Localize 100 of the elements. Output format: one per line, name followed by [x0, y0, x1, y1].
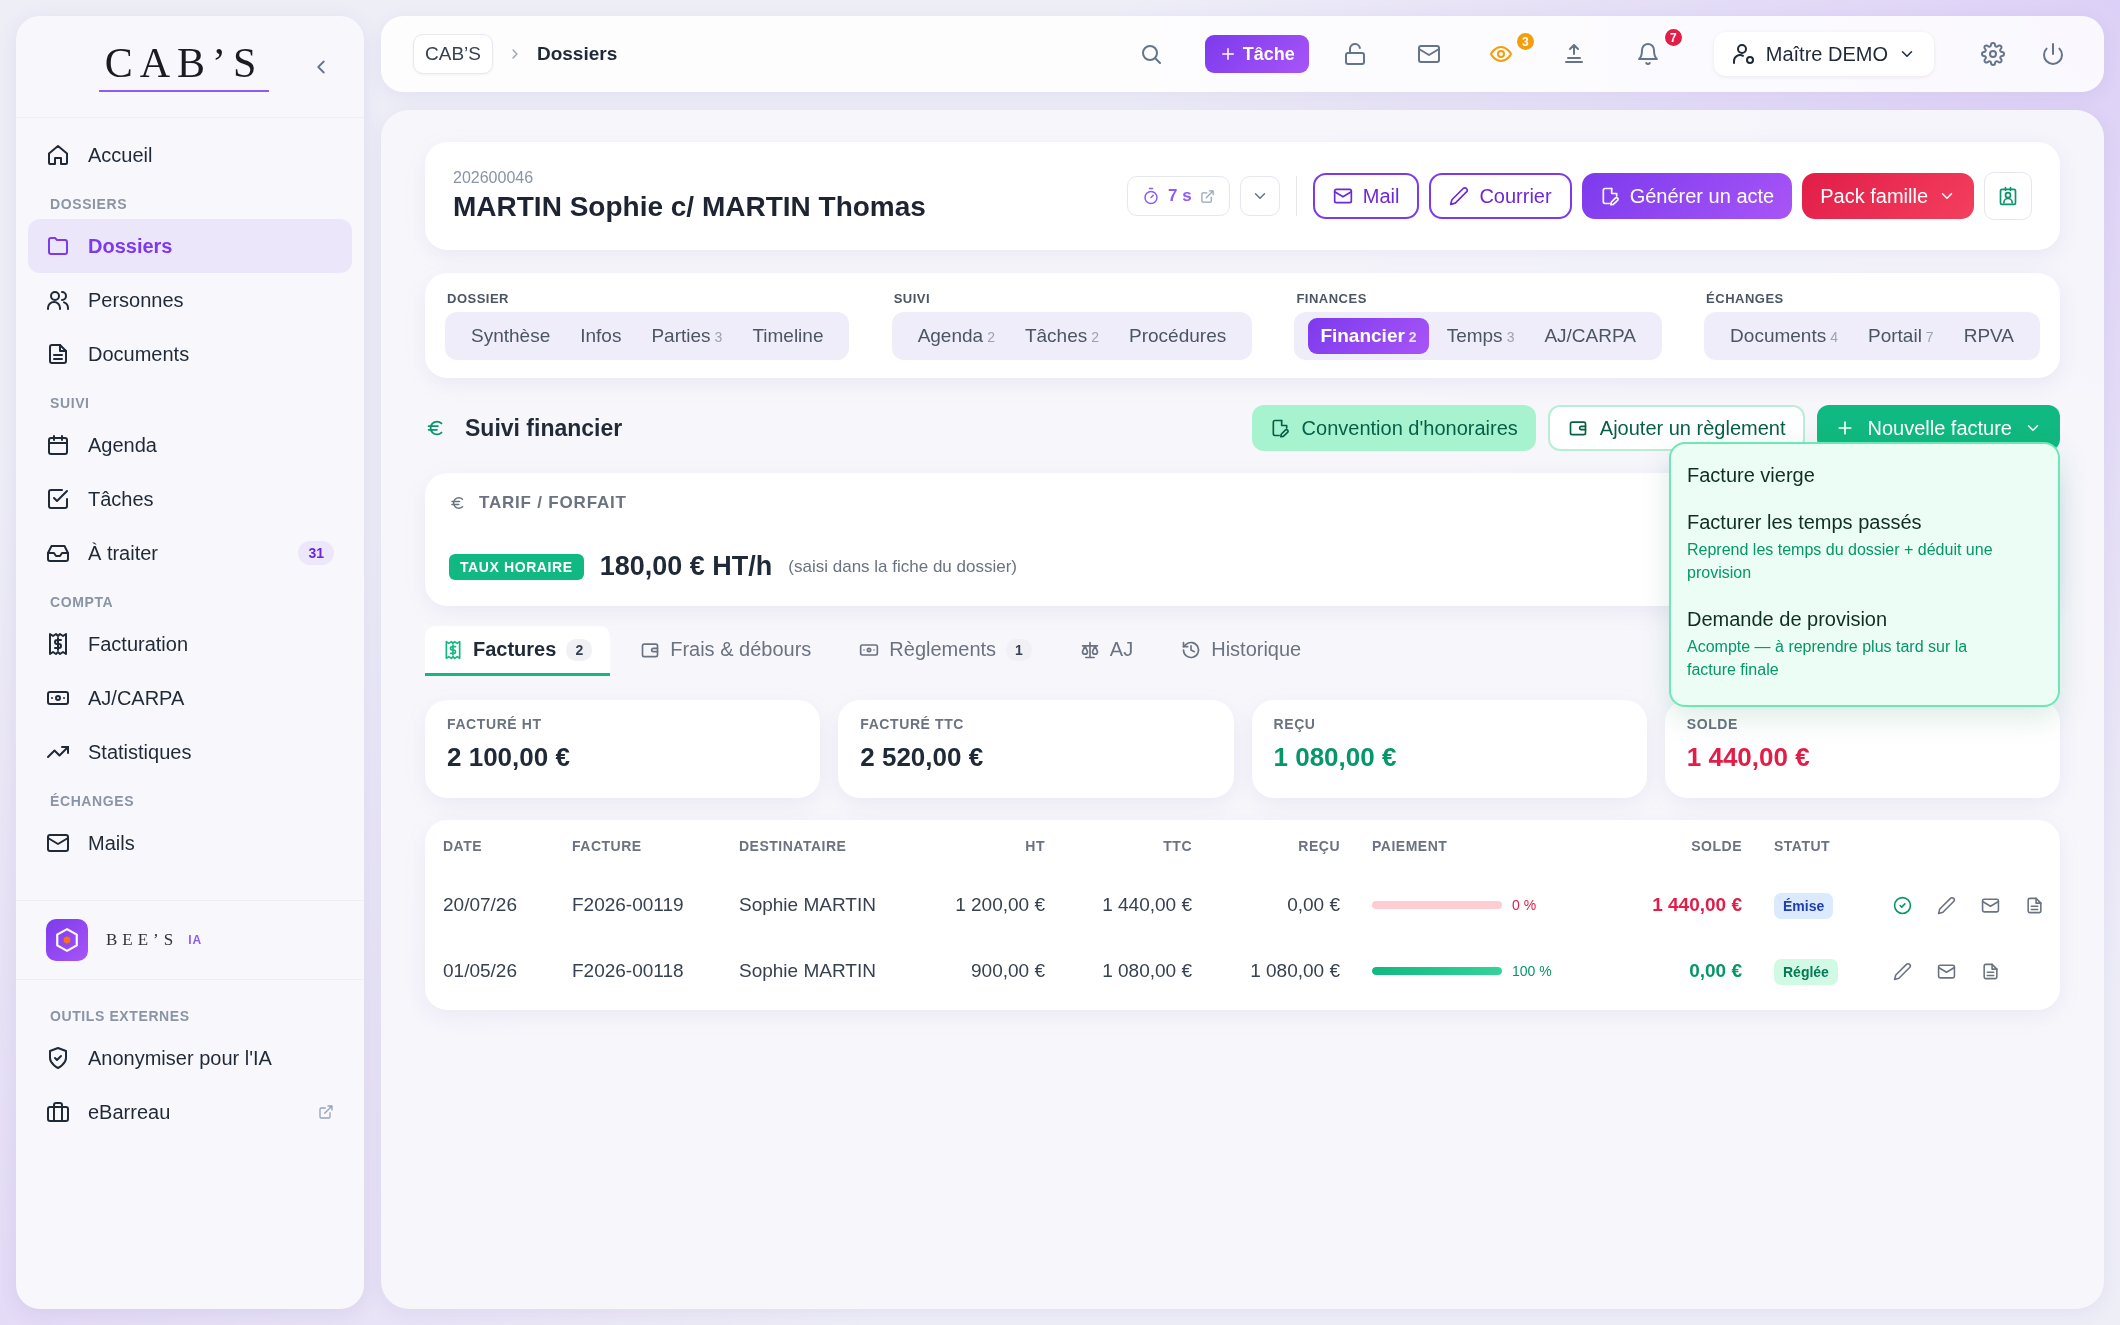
case-number: 202600046: [453, 169, 535, 187]
sidebar-item[interactable]: Dossiers: [28, 219, 352, 273]
section-title: COMPTA: [49, 593, 115, 612]
section-heading: Suivi financier: [465, 414, 624, 442]
table-cell-text: 01/05/26: [443, 960, 518, 982]
tab[interactable]: Temps 3: [1434, 318, 1527, 354]
sidebar-item[interactable]: Statistiques: [28, 725, 352, 779]
sidebar-item[interactable]: Facturation: [28, 617, 352, 671]
breadcrumb-link[interactable]: CAB’S: [413, 34, 493, 74]
tab[interactable]: RPVA: [1951, 318, 2026, 354]
tab[interactable]: Tâches 2: [1012, 318, 1112, 354]
section-title: DOSSIERS: [49, 195, 129, 214]
action-button[interactable]: Convention d'honoraires: [1251, 405, 1536, 451]
receipt-icon: [46, 632, 70, 656]
column-header: HT: [1024, 838, 1045, 854]
sidebar-item[interactable]: À traiter 31: [28, 526, 352, 580]
sidebar-item[interactable]: Documents: [28, 327, 352, 381]
timer-chip[interactable]: 7 s: [1127, 176, 1230, 216]
user-icon: [1731, 42, 1756, 66]
rate-note: (saisi dans la fiche du dossier): [788, 556, 1017, 577]
assistant-tag: IA: [188, 933, 203, 947]
tab[interactable]: AJ/CARPA: [1532, 318, 1648, 354]
new-task-button[interactable]: Tâche: [1204, 35, 1309, 73]
table-cell-text: Sophie MARTIN: [739, 894, 877, 916]
pen-icon: [1449, 186, 1470, 206]
checkbox-icon: [46, 487, 70, 511]
tab[interactable]: Règlements 1: [841, 626, 1050, 676]
sidebar-item[interactable]: Mails: [28, 816, 352, 870]
pencil-icon: [1936, 895, 1956, 915]
shield-icon: [46, 1046, 70, 1070]
history-icon: [1181, 639, 1202, 660]
scale-icon: [1079, 639, 1100, 660]
payment-percent: 100 %: [1512, 963, 1552, 979]
settings-icon: [1981, 42, 2005, 66]
rate-type-badge: TAUX HORAIRE: [449, 553, 584, 580]
tab[interactable]: AJ: [1061, 626, 1152, 676]
assistant-name: BEE’S: [106, 930, 179, 950]
table-cell-text: 1 080,00 €: [1249, 960, 1340, 982]
menu-item[interactable]: Facturer les temps passés Reprend les temps du dossier + déduit une provision: [1671, 501, 2058, 598]
menu-item[interactable]: Demande de provision Acompte — à reprendre plus tard sur la facture finale: [1671, 598, 2058, 695]
hourly-rate: 180,00 € HT/h: [599, 551, 773, 582]
tab[interactable]: Documents 4: [1718, 318, 1850, 354]
column-header: PAIEMENT: [1371, 838, 1449, 854]
table-cell-text: 20/07/26: [443, 894, 518, 916]
action-button[interactable]: Ajouter un règlement: [1547, 405, 1806, 451]
status-badge: Émise: [1774, 893, 1834, 919]
action-button[interactable]: Courrier: [1429, 173, 1572, 219]
tab[interactable]: Timeline: [740, 318, 836, 354]
tab[interactable]: Frais & débours: [622, 626, 830, 676]
sidebar-item[interactable]: Tâches: [28, 472, 352, 526]
external-link-icon: [318, 1104, 334, 1120]
briefcase-icon: [46, 1100, 70, 1124]
check-circle-icon: [1892, 895, 1912, 915]
tab[interactable]: Parties 3: [639, 318, 735, 354]
mail-icon: [1332, 186, 1353, 206]
sidebar-item[interactable]: Anonymiser pour l'IA: [28, 1031, 352, 1085]
section-title: SUIVI: [49, 394, 91, 413]
table-cell-text: F2026-00118: [572, 960, 685, 982]
sidebar-item[interactable]: Personnes: [28, 273, 352, 327]
sidebar-item[interactable]: Agenda: [28, 418, 352, 472]
user-menu[interactable]: Maître DEMO: [1713, 32, 1934, 76]
hexagon-logo-icon: [46, 919, 88, 961]
tab-group-title: DOSSIER: [447, 291, 510, 306]
tab[interactable]: Historique: [1163, 626, 1320, 676]
wallet-icon: [1567, 418, 1588, 438]
tab[interactable]: Procédures: [1117, 318, 1239, 354]
payment-percent: 0 %: [1512, 897, 1537, 913]
action-button[interactable]: Pack famille: [1802, 173, 1974, 219]
action-button[interactable]: Mail: [1312, 173, 1420, 219]
external-link-icon: [1199, 188, 1215, 204]
document-icon: [1980, 961, 2000, 981]
sidebar-item[interactable]: Accueil: [28, 128, 352, 182]
tab[interactable]: Infos: [568, 318, 634, 354]
sidebar-item[interactable]: eBarreau: [28, 1085, 352, 1139]
home-icon: [46, 143, 70, 167]
column-header: SOLDE: [1690, 838, 1742, 854]
status-badge: Réglée: [1774, 959, 1838, 985]
tab[interactable]: Financier 2: [1308, 318, 1429, 354]
power-icon: [2041, 42, 2065, 66]
contact-card-button[interactable]: [1984, 172, 2032, 220]
tab[interactable]: Synthèse: [459, 318, 563, 354]
tab-group-title: SUIVI: [893, 291, 932, 306]
tab[interactable]: Portail 7: [1856, 318, 1946, 354]
tab[interactable]: Factures 2: [425, 626, 611, 676]
stat-card: REÇU 1 080,00 €: [1251, 700, 1647, 798]
column-header: FACTURE: [572, 838, 643, 854]
table-cell-text: 1 200,00 €: [954, 894, 1045, 916]
case-title: MARTIN Sophie c/ MARTIN Thomas: [453, 191, 927, 223]
tab-group-title: FINANCES: [1296, 291, 1368, 306]
folder-icon: [46, 234, 70, 258]
tab[interactable]: Agenda 2: [905, 318, 1007, 354]
action-button[interactable]: Générer un acte: [1581, 173, 1793, 219]
sidebar-item[interactable]: AJ/CARPA: [28, 671, 352, 725]
notification-badge: 7: [1662, 27, 1684, 48]
card-heading: TARIF / FORFAIT: [479, 493, 627, 513]
column-header: DESTINATAIRE: [739, 838, 848, 854]
padlock-icon: [1342, 42, 1367, 66]
pencil-icon: [1892, 961, 1912, 981]
menu-item[interactable]: Facture vierge: [1671, 454, 2058, 501]
section-title: ÉCHANGES: [49, 792, 136, 811]
